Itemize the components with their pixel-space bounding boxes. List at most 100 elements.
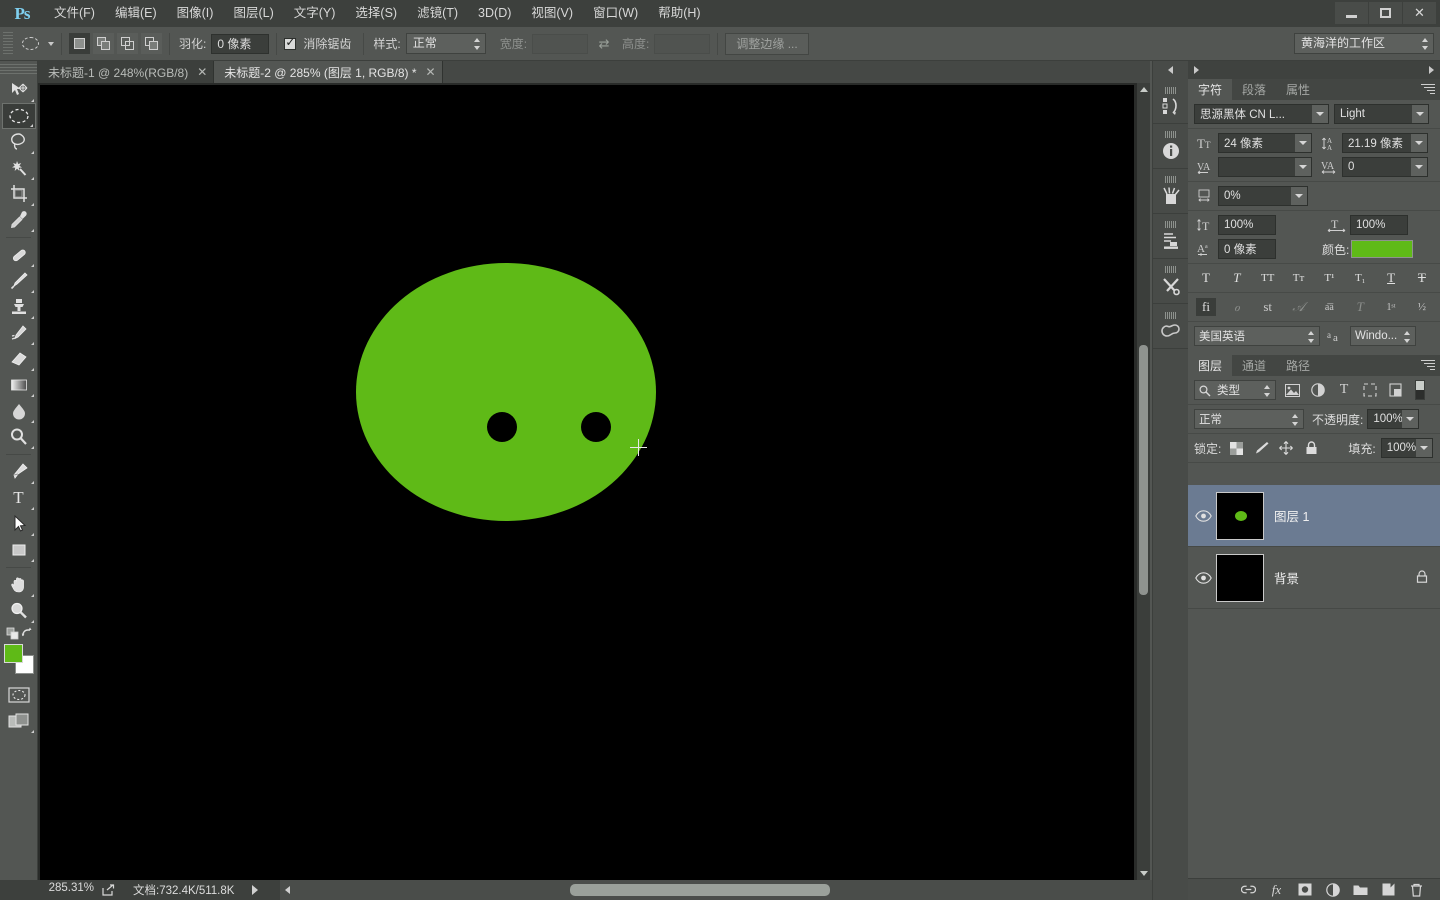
smartobject-filter-icon[interactable] <box>1386 381 1406 399</box>
move-tool[interactable] <box>2 77 36 103</box>
fractions-button[interactable]: ½ <box>1412 298 1432 316</box>
scroll-left-icon[interactable] <box>285 886 290 894</box>
canvas-horizontal-scrollbar[interactable] <box>280 880 1188 900</box>
layer-name[interactable]: 图层 1 <box>1274 506 1440 525</box>
menu-view[interactable]: 视图(V) <box>521 0 583 27</box>
close-button[interactable]: ✕ <box>1403 2 1436 24</box>
expand-panels-icon[interactable] <box>1194 66 1199 74</box>
intersect-selection-button[interactable] <box>141 33 162 54</box>
layer-visibility-toggle[interactable] <box>1190 509 1216 522</box>
lasso-tool[interactable] <box>2 129 36 155</box>
chevron-down-icon[interactable] <box>1411 134 1427 152</box>
discretionary-ligatures-button[interactable]: st <box>1258 298 1278 316</box>
faux-italic-button[interactable]: T <box>1227 269 1247 287</box>
creative-cloud-button[interactable] <box>1153 304 1189 349</box>
screen-mode-button[interactable] <box>2 708 36 734</box>
horizontal-type-tool[interactable]: T <box>2 485 36 511</box>
new-layer-icon[interactable] <box>1381 882 1396 897</box>
rail-collapse-button[interactable] <box>1153 61 1188 79</box>
layer-mask-icon[interactable] <box>1297 882 1312 897</box>
vertical-scale-input[interactable]: 100% <box>1218 215 1276 235</box>
menu-file[interactable]: 文件(F) <box>44 0 105 27</box>
fill-input[interactable]: 100% <box>1380 438 1433 458</box>
healing-brush-tool[interactable] <box>2 242 36 268</box>
tab-channels[interactable]: 通道 <box>1232 355 1276 376</box>
eraser-tool[interactable] <box>2 346 36 372</box>
rectangle-tool[interactable] <box>2 537 36 563</box>
history-panel-button[interactable] <box>1153 79 1189 124</box>
opacity-input[interactable]: 100% <box>1367 409 1420 429</box>
layer-visibility-toggle[interactable] <box>1190 571 1216 584</box>
leading-input[interactable]: 21.19 像素 <box>1342 133 1428 153</box>
tsume-input[interactable]: 0% <box>1218 186 1308 206</box>
layers-panel-menu-icon[interactable] <box>1421 360 1435 370</box>
chevron-down-icon[interactable] <box>1295 134 1311 152</box>
current-tool-icon[interactable] <box>17 32 43 56</box>
all-caps-button[interactable]: TT <box>1258 269 1278 287</box>
kerning-input[interactable] <box>1218 157 1312 177</box>
gradient-tool[interactable] <box>2 372 36 398</box>
path-selection-tool[interactable] <box>2 511 36 537</box>
layer-filter-select[interactable]: 类型 <box>1194 380 1276 400</box>
standard-ligatures-button[interactable]: fi <box>1196 298 1216 316</box>
add-selection-button[interactable] <box>93 33 114 54</box>
layer-style-icon[interactable]: fx <box>1269 882 1284 897</box>
link-layers-icon[interactable] <box>1241 882 1256 897</box>
scroll-up-icon[interactable] <box>1140 87 1148 92</box>
swash-button[interactable]: 𝒜 <box>1289 298 1309 316</box>
chevron-down-icon[interactable] <box>1411 158 1427 176</box>
pixel-filter-icon[interactable] <box>1282 381 1302 399</box>
eyedropper-tool[interactable] <box>2 207 36 233</box>
crop-tool[interactable] <box>2 181 36 207</box>
menu-edit[interactable]: 编辑(E) <box>105 0 167 27</box>
blend-mode-select[interactable]: 正常 <box>1194 409 1304 429</box>
swap-dimensions-icon[interactable]: ⇄ <box>596 36 612 52</box>
layer-thumbnail[interactable] <box>1216 491 1264 540</box>
minimize-button[interactable] <box>1335 2 1368 24</box>
tool-preset-chevron-icon[interactable] <box>48 41 54 46</box>
default-and-swap-colors-icon[interactable] <box>6 626 32 640</box>
underline-button[interactable]: T <box>1381 269 1401 287</box>
chevron-down-icon[interactable] <box>1312 105 1328 123</box>
clone-stamp-tool[interactable] <box>2 294 36 320</box>
panels-options-icon[interactable] <box>1429 66 1434 74</box>
faux-bold-button[interactable]: T <box>1196 269 1216 287</box>
tracking-input[interactable]: 0 <box>1342 157 1428 177</box>
horizontal-scale-input[interactable]: 100% <box>1350 215 1408 235</box>
delete-layer-icon[interactable] <box>1409 882 1424 897</box>
height-input[interactable] <box>654 33 711 54</box>
hand-tool[interactable] <box>2 572 36 598</box>
menu-type[interactable]: 文字(Y) <box>284 0 346 27</box>
titling-alternates-button[interactable]: T <box>1350 298 1370 316</box>
oldstyle-button[interactable]: a͞a <box>1319 298 1339 316</box>
table-row[interactable]: 图层 1 <box>1188 485 1440 547</box>
close-icon[interactable]: ✕ <box>426 65 436 79</box>
tab-character[interactable]: 字符 <box>1188 79 1233 100</box>
font-style-select[interactable]: Light <box>1334 104 1429 124</box>
style-select[interactable]: 正常 <box>405 33 486 54</box>
tools-preferences-button[interactable] <box>1153 259 1189 304</box>
options-bar-grip[interactable] <box>3 31 13 56</box>
color-swatches[interactable] <box>2 644 36 674</box>
lock-transparent-icon[interactable] <box>1226 439 1246 457</box>
pen-tool[interactable] <box>2 459 36 485</box>
new-group-icon[interactable] <box>1353 882 1368 897</box>
adjustments-panel-button[interactable] <box>1153 214 1189 259</box>
status-menu-arrow-icon[interactable] <box>252 885 259 895</box>
language-select[interactable]: 美国英语 <box>1194 326 1320 346</box>
vertical-scroll-thumb[interactable] <box>1139 345 1148 595</box>
chevron-down-icon[interactable] <box>1291 187 1307 205</box>
tab-paths[interactable]: 路径 <box>1276 355 1320 376</box>
elliptical-marquee-tool[interactable] <box>1 103 36 129</box>
document-canvas[interactable] <box>40 85 1134 880</box>
character-panel-menu-icon[interactable] <box>1421 84 1435 94</box>
lock-image-icon[interactable] <box>1251 439 1271 457</box>
adjustment-layer-icon[interactable] <box>1325 882 1340 897</box>
foreground-color-swatch[interactable] <box>3 644 23 663</box>
antialias-checkbox[interactable] <box>284 35 297 50</box>
menu-help[interactable]: 帮助(H) <box>648 0 710 27</box>
small-caps-button[interactable]: Tᴛ <box>1289 269 1309 287</box>
menu-filter[interactable]: 滤镜(T) <box>407 0 468 27</box>
maximize-button[interactable] <box>1369 2 1402 24</box>
canvas-vertical-scrollbar[interactable] <box>1137 83 1150 880</box>
